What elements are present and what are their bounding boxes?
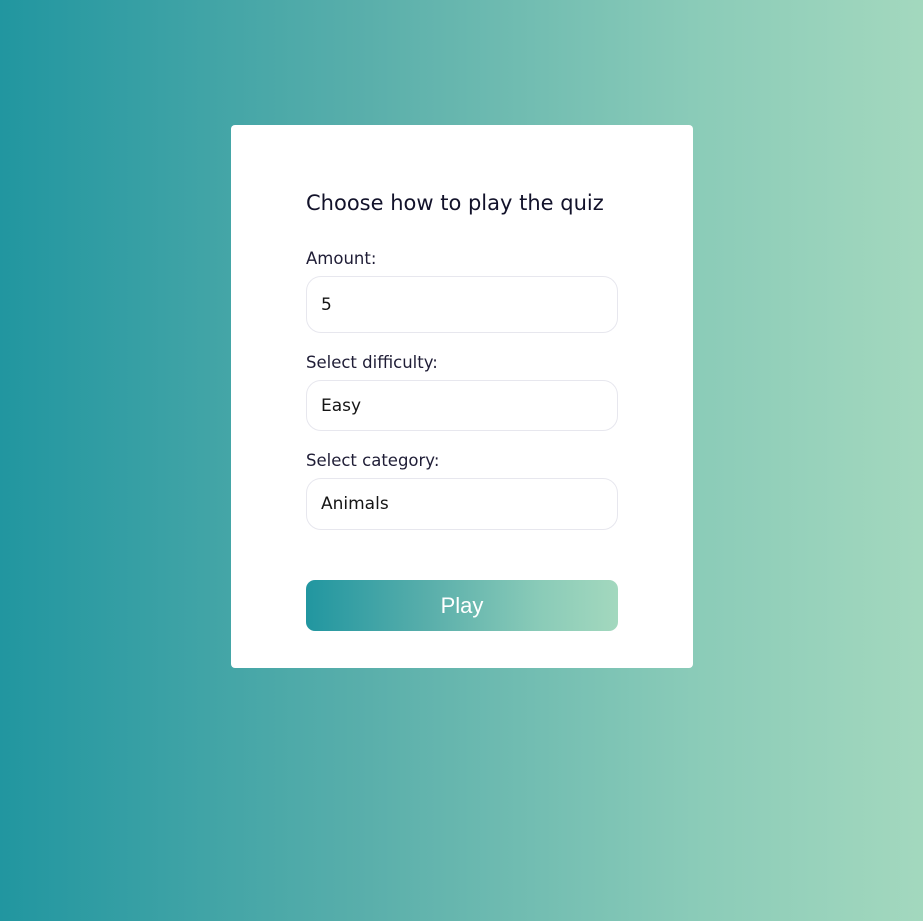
difficulty-select[interactable]: Easy xyxy=(306,380,618,431)
amount-input[interactable] xyxy=(306,276,618,333)
category-select[interactable]: Animals xyxy=(306,478,618,530)
play-button[interactable]: Play xyxy=(306,580,618,631)
category-label: Select category: xyxy=(306,451,440,470)
form-title: Choose how to play the quiz xyxy=(306,191,604,215)
difficulty-label: Select difficulty: xyxy=(306,353,438,372)
amount-label: Amount: xyxy=(306,249,377,268)
difficulty-selected-value: Easy xyxy=(321,395,362,416)
category-selected-value: Animals xyxy=(321,494,389,514)
quiz-settings-card: Choose how to play the quiz Amount: Sele… xyxy=(231,125,693,668)
